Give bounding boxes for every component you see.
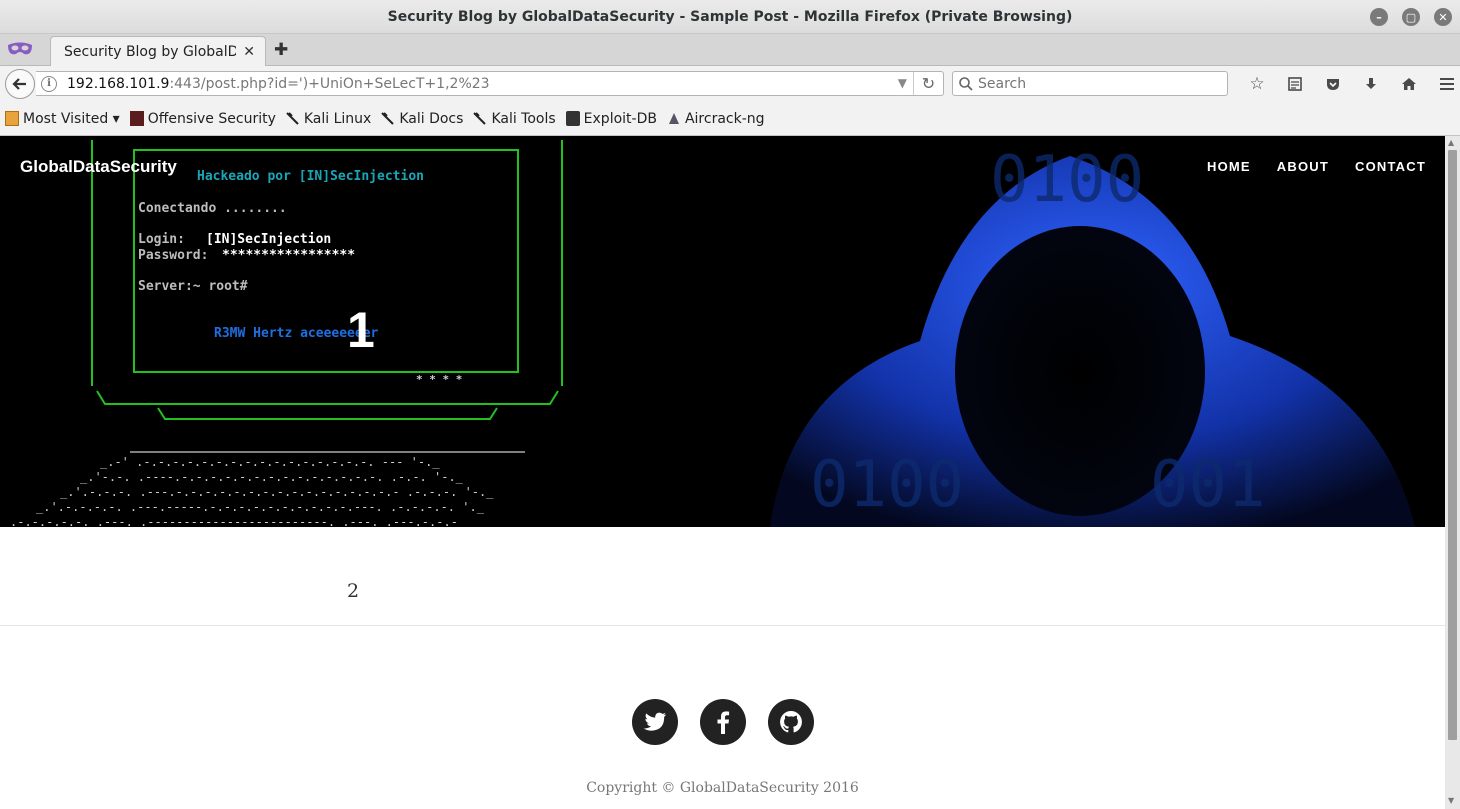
bookmark-kali-docs[interactable]: Kali Docs <box>381 111 463 127</box>
bookmark-exploit-db[interactable]: Exploit-DB <box>565 110 657 127</box>
bookmark-label: Kali Linux <box>303 110 372 127</box>
search-input[interactable] <box>978 75 1218 92</box>
bookmark-label: Aircrack-ng <box>684 110 765 127</box>
url-history-dropdown-icon[interactable]: ▼ <box>898 76 907 90</box>
content-divider <box>0 625 1445 626</box>
scrollbar-thumb[interactable] <box>1448 150 1457 740</box>
bookmark-label: Most Visited ▾ <box>23 110 120 127</box>
tab-active[interactable]: Security Blog by GlobalD… ✕ <box>50 36 266 67</box>
minimize-button[interactable]: – <box>1370 8 1388 26</box>
svg-text:0100: 0100 <box>810 448 964 522</box>
new-tab-button[interactable]: ✚ <box>274 40 288 60</box>
close-tab-icon[interactable]: ✕ <box>243 44 255 60</box>
window-controls: – ▢ ✕ <box>1370 8 1452 26</box>
svg-text:0100: 0100 <box>990 143 1144 217</box>
url-bar[interactable]: i 192.168.101.9:443/post.php?id=')+UniOn… <box>36 71 944 96</box>
bookmark-label: Kali Docs <box>399 110 464 127</box>
aircrack-icon <box>668 113 679 124</box>
url-text[interactable]: 192.168.101.9:443/post.php?id=')+UniOn+S… <box>67 76 490 92</box>
svg-text:_.'-.-. .----.-.-.-.-.-.-.-.-.: _.'-.-. .----.-.-.-.-.-.-.-.-.-.-.-.-.-.… <box>80 470 464 484</box>
facebook-icon <box>717 711 730 734</box>
terminal-prompt-line: Server:~ root# <box>138 279 248 294</box>
private-browsing-mask-icon <box>8 42 32 55</box>
post-heading: 1 <box>347 302 375 358</box>
bookmark-label: Offensive Security <box>147 110 276 127</box>
bookmarks-toolbar: Most Visited ▾ Offensive Security Kali L… <box>0 102 1460 136</box>
page-scrollbar[interactable]: ▲ ▼ <box>1445 136 1460 809</box>
terminal-password-value: ***************** <box>222 248 356 263</box>
page-content: 0100 0100 001 _.-' .-.-.-.-.-.-.-.-.-.-.… <box>0 136 1445 809</box>
hero-header: 0100 0100 001 _.-' .-.-.-.-.-.-.-.-.-.-.… <box>0 136 1445 527</box>
terminal-banner-line: Hackeado por [IN]SecInjection <box>197 169 424 184</box>
window-titlebar: Security Blog by GlobalDataSecurity - Sa… <box>0 0 1460 34</box>
site-brand-link[interactable]: GlobalDataSecurity <box>20 157 177 177</box>
svg-text:001: 001 <box>1150 448 1266 522</box>
terminal-stars: * * * * <box>416 373 463 386</box>
tab-label: Security Blog by GlobalD… <box>64 44 236 60</box>
bookmark-most-visited[interactable]: Most Visited ▾ <box>5 111 120 127</box>
close-window-button[interactable]: ✕ <box>1434 8 1452 26</box>
search-bar[interactable] <box>952 71 1228 96</box>
tab-strip: Security Blog by GlobalD… ✕ ✚ <box>0 34 1460 67</box>
most-visited-icon <box>5 111 19 126</box>
reading-list-icon[interactable] <box>1276 72 1314 96</box>
terminal-connecting-line: Conectando ........ <box>138 201 287 216</box>
site-info-icon[interactable]: i <box>41 75 57 92</box>
nav-contact-link[interactable]: CONTACT <box>1355 159 1426 174</box>
twitter-link[interactable] <box>632 699 678 745</box>
terminal-login-value: [IN]SecInjection <box>206 232 332 247</box>
menu-hamburger-icon[interactable] <box>1428 72 1460 96</box>
footer-copyright: Copyright © GlobalDataSecurity 2016 <box>586 780 859 796</box>
search-icon <box>959 76 973 91</box>
url-path: :443/post.php?id=')+UniOn+SeLecT+1,2%23 <box>169 75 490 92</box>
maximize-button[interactable]: ▢ <box>1402 8 1420 26</box>
toolbar-icons: ☆ <box>1238 72 1460 96</box>
twitter-icon <box>643 712 666 731</box>
bookmark-label: Kali Tools <box>491 110 556 127</box>
github-link[interactable] <box>768 699 814 745</box>
exploit-db-icon <box>565 111 580 126</box>
kali-dragon-icon <box>286 112 299 125</box>
facebook-link[interactable] <box>700 699 746 745</box>
bookmark-kali-tools[interactable]: Kali Tools <box>473 110 556 127</box>
scroll-down-arrow-icon[interactable]: ▼ <box>1448 796 1454 805</box>
bookmark-kali-linux[interactable]: Kali Linux <box>286 111 371 127</box>
bookmark-offensive-security[interactable]: Offensive Security <box>129 110 276 127</box>
download-icon[interactable] <box>1352 72 1390 96</box>
nav-home-link[interactable]: HOME <box>1207 159 1251 174</box>
pocket-icon[interactable] <box>1314 72 1352 96</box>
back-button[interactable] <box>5 69 35 99</box>
svg-text:_.'.-.-.-. .---.-.-.-.-.-.-.-.: _.'.-.-.-. .---.-.-.-.-.-.-.-.-.-.-.-.-.… <box>60 485 494 499</box>
post-body-text: 2 <box>347 580 360 602</box>
nav-about-link[interactable]: ABOUT <box>1277 159 1329 174</box>
bookmark-label: Exploit-DB <box>583 110 657 127</box>
bookmark-star-icon[interactable]: ☆ <box>1238 72 1276 96</box>
svg-text:.-.-.-.-.-. .---. .----------: .-.-.-.-.-. .---. .---------------------… <box>10 515 458 527</box>
kali-dragon-icon <box>381 112 395 125</box>
scroll-up-arrow-icon[interactable]: ▲ <box>1448 138 1454 147</box>
navigation-toolbar: i 192.168.101.9:443/post.php?id=')+UniOn… <box>0 66 1460 102</box>
site-nav: HOME ABOUT CONTACT <box>1207 159 1426 174</box>
svg-text:_.-' .-.-.-.-.-.-.-.-.-.-.-.-: _.-' .-.-.-.-.-.-.-.-.-.-.-.-.-.-.-.-. -… <box>100 455 440 469</box>
back-arrow-icon <box>12 78 26 90</box>
terminal-login-label: Login: <box>138 232 185 247</box>
reload-icon[interactable]: ↻ <box>913 72 943 95</box>
offensive-security-icon <box>129 111 144 126</box>
home-icon[interactable] <box>1390 72 1428 96</box>
kali-dragon-icon <box>473 112 487 125</box>
url-host: 192.168.101.9 <box>67 75 170 92</box>
bookmark-aircrack-ng[interactable]: Aircrack-ng <box>667 111 765 127</box>
github-icon <box>780 711 802 733</box>
terminal-password-label: Password: <box>138 248 209 263</box>
svg-text:_.'.-.-.-.-. .---.-----.-.-.-.: _.'.-.-.-.-. .---.-----.-.-.-.-.-.-.-.-.… <box>36 500 485 514</box>
window-title: Security Blog by GlobalDataSecurity - Sa… <box>387 8 1073 25</box>
